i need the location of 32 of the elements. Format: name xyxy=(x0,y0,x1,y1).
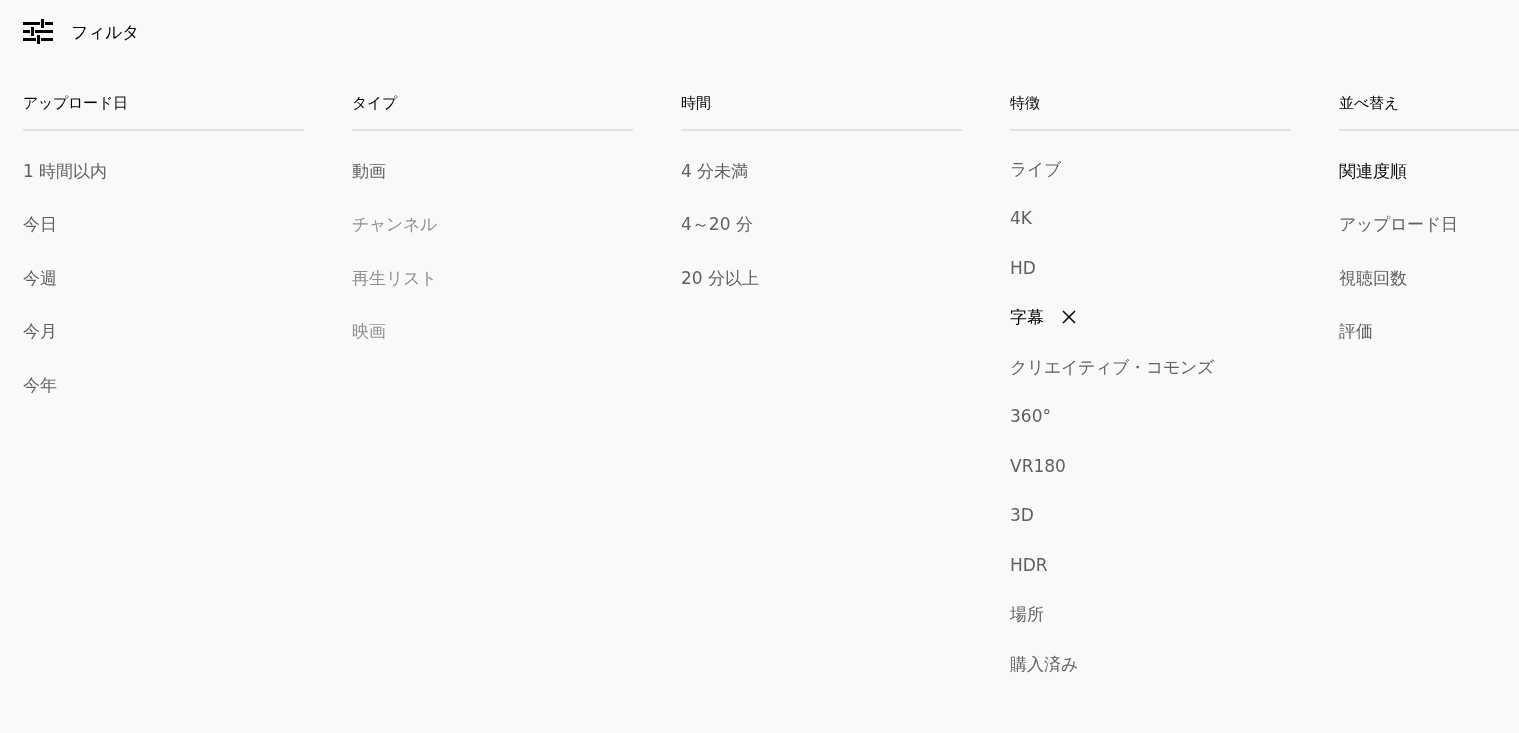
filter-option[interactable]: 字幕 xyxy=(1010,305,1044,330)
filter-option[interactable]: アップロード日 xyxy=(1339,212,1458,237)
filter-option[interactable]: ライブ xyxy=(1010,156,1061,181)
filter-option[interactable]: 動画 xyxy=(352,158,386,183)
filter-option[interactable]: 場所 xyxy=(1010,602,1044,627)
filter-option[interactable]: 4 分未満 xyxy=(681,158,749,183)
group-heading: タイプ xyxy=(352,93,399,114)
filter-option[interactable]: 今年 xyxy=(23,372,57,397)
filter-option[interactable]: 20 分以上 xyxy=(681,265,760,290)
group-heading: 時間 xyxy=(681,93,712,114)
filter-option[interactable]: 360° xyxy=(1010,404,1051,429)
filter-title: フィルタ xyxy=(71,20,139,44)
filter-option[interactable]: HD xyxy=(1010,255,1036,280)
filter-option[interactable]: 評価 xyxy=(1339,319,1373,344)
filter-option[interactable]: 1 時間以内 xyxy=(23,158,108,183)
filter-option[interactable]: 今月 xyxy=(23,319,57,344)
close-icon[interactable] xyxy=(1062,310,1076,325)
filter-option[interactable]: 4K xyxy=(1010,206,1032,231)
filter-settings-icon[interactable] xyxy=(23,17,53,47)
filter-option[interactable]: HDR xyxy=(1010,552,1048,577)
group-heading: 特徴 xyxy=(1010,93,1041,114)
group-heading: 並べ替え xyxy=(1339,93,1400,114)
filter-option[interactable]: 4～20 分 xyxy=(681,212,753,237)
filter-option[interactable]: 購入済み xyxy=(1010,651,1078,676)
filter-option[interactable]: VR180 xyxy=(1010,453,1066,478)
filter-option[interactable]: 今日 xyxy=(23,212,57,237)
filter-option[interactable]: クリエイティブ・コモンズ xyxy=(1010,354,1214,379)
group-heading: アップロード日 xyxy=(23,93,129,114)
filter-option[interactable]: 3D xyxy=(1010,503,1034,528)
filter-option[interactable]: 今週 xyxy=(23,265,57,290)
filter-option[interactable]: 視聴回数 xyxy=(1339,265,1407,290)
filter-option[interactable]: 関連度順 xyxy=(1339,158,1407,183)
